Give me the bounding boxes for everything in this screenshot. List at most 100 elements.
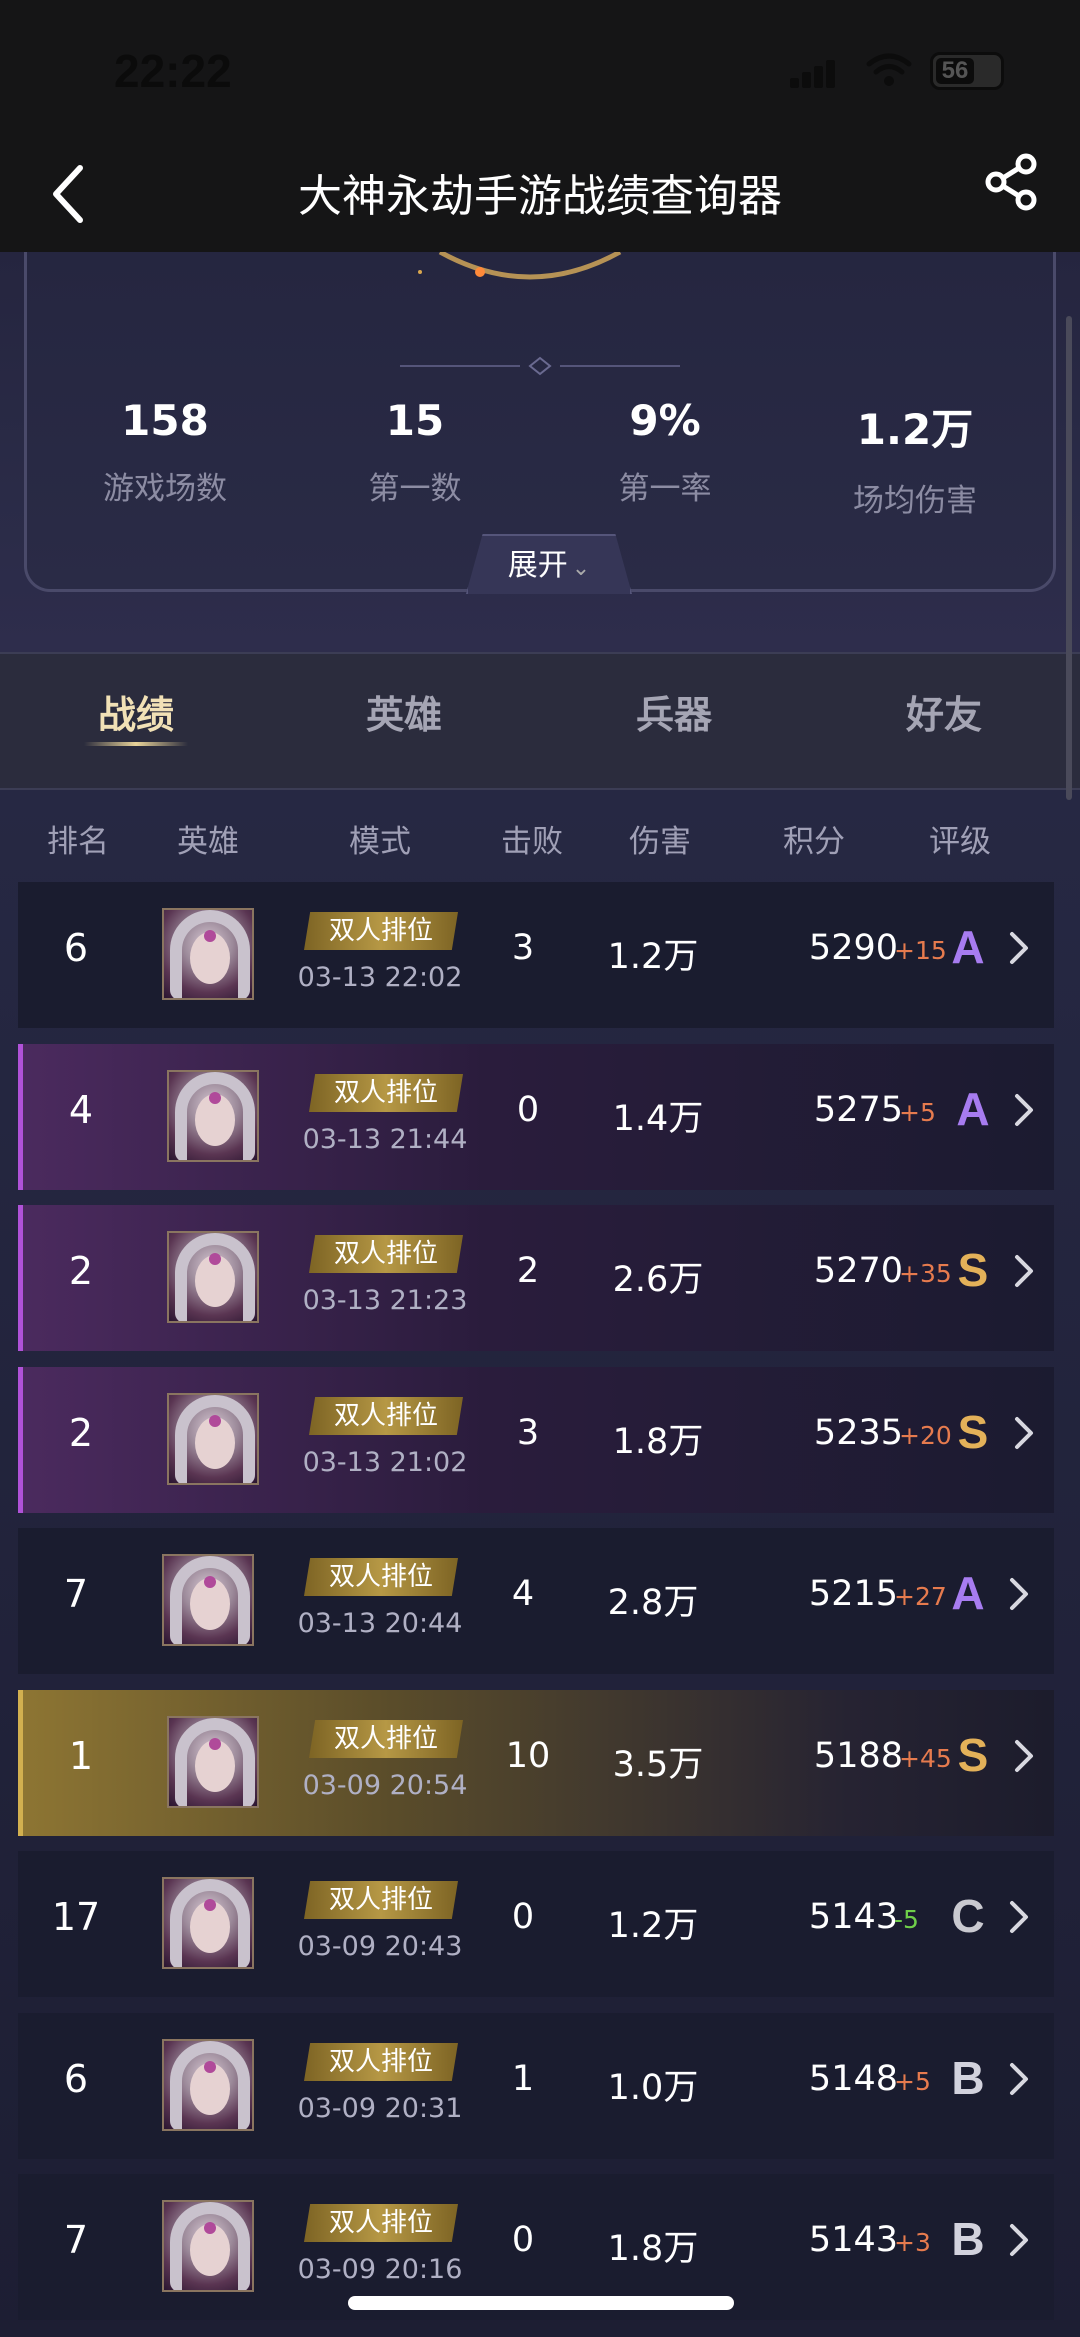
grade-value: S [957, 1406, 989, 1458]
tab-records[interactable]: 战绩 [36, 684, 236, 739]
score-value: 5275 [813, 1090, 903, 1130]
hero-avatar [167, 1393, 259, 1485]
table-row[interactable]: 7 双人排位 03-13 20:44 4 2.8万 5215 +27 A [18, 1528, 1054, 1674]
avatar-gem-shape [209, 1253, 221, 1265]
share-icon[interactable] [982, 152, 1042, 212]
damage-value: 1.4万 [612, 1099, 704, 1139]
tab-heroes[interactable]: 英雄 [304, 684, 504, 739]
chevron-right-icon[interactable] [1011, 1090, 1037, 1130]
table-row[interactable]: 1 双人排位 03-09 20:54 10 3.5万 5188 +45 S [18, 1690, 1054, 1836]
rank-value: 17 [51, 1895, 101, 1939]
score-value: 5290 [808, 928, 898, 968]
tab-weapons[interactable]: 兵器 [574, 684, 774, 739]
mode-badge: 双人排位 [304, 912, 458, 950]
rank-value: 1 [68, 1734, 94, 1778]
table-row[interactable]: 6 双人排位 03-09 20:31 1 1.0万 5148 +5 B [18, 2013, 1054, 2159]
match-datetime: 03-13 21:44 [302, 1124, 468, 1155]
rank-value: 6 [63, 926, 89, 970]
score-value: 5148 [808, 2059, 898, 2099]
table-row[interactable]: 4 双人排位 03-13 21:44 0 1.4万 5275 +5 A [18, 1044, 1054, 1190]
scrollbar[interactable] [1066, 316, 1072, 800]
chevron-right-icon[interactable] [1006, 2059, 1032, 2099]
score-value: 5188 [813, 1736, 903, 1776]
avatar-gem-shape [209, 1738, 221, 1750]
kills-value: 1 [511, 2059, 535, 2099]
rank-value: 7 [63, 2218, 89, 2262]
table-row[interactable]: 17 双人排位 03-09 20:43 0 1.2万 5143 -5 C [18, 1851, 1054, 1997]
hero-avatar [167, 1231, 259, 1323]
match-datetime: 03-13 20:44 [297, 1608, 463, 1639]
mode-badge: 双人排位 [304, 1881, 458, 1919]
hero-avatar [162, 2039, 254, 2131]
damage-value: 2.8万 [607, 1583, 699, 1623]
column-header-rank: 排名 [47, 824, 109, 860]
match-datetime: 03-09 20:16 [297, 2254, 463, 2285]
stat-first-count-value: 15 [385, 396, 445, 445]
mode-badge: 双人排位 [309, 1397, 463, 1435]
match-datetime: 03-09 20:54 [302, 1770, 468, 1801]
column-header-mode: 模式 [349, 824, 411, 860]
hero-avatar [162, 1554, 254, 1646]
kills-value: 10 [505, 1736, 551, 1776]
chevron-right-icon[interactable] [1006, 2220, 1032, 2260]
mode-badge: 双人排位 [304, 1558, 458, 1596]
damage-value: 1.8万 [607, 2229, 699, 2269]
mode-badge: 双人排位 [309, 1074, 463, 1112]
mode-badge: 双人排位 [304, 2043, 458, 2081]
avatar-gem-shape [204, 2222, 216, 2234]
chevron-right-icon[interactable] [1006, 1897, 1032, 1937]
stat-games-value: 158 [121, 396, 209, 445]
stat-first-count-label: 第一数 [368, 471, 462, 507]
stat-avg-damage-value: 1.2万 [856, 405, 974, 454]
score-value: 5215 [808, 1574, 898, 1614]
rank-value: 2 [68, 1249, 94, 1293]
wifi-icon [866, 53, 912, 86]
stat-first-rate-value: 9% [629, 396, 701, 445]
kills-value: 3 [516, 1413, 540, 1453]
kills-value: 0 [516, 1090, 540, 1130]
grade-value: S [957, 1244, 989, 1296]
damage-value: 1.0万 [607, 2068, 699, 2108]
damage-value: 1.8万 [612, 1422, 704, 1462]
avatar-gem-shape [209, 1415, 221, 1427]
damage-value: 2.6万 [612, 1260, 704, 1300]
avatar-gem-shape [204, 2061, 216, 2073]
cellular-signal-icon [790, 58, 836, 88]
hero-avatar [162, 908, 254, 1000]
expand-label: 展开 [507, 548, 568, 583]
grade-value: A [951, 1567, 985, 1619]
damage-value: 1.2万 [607, 937, 699, 977]
stat-first-rate-label: 第一率 [618, 471, 712, 507]
stat-games-label: 游戏场数 [103, 471, 227, 507]
grade-value: A [951, 921, 985, 973]
hero-avatar [162, 2200, 254, 2292]
chevron-right-icon[interactable] [1011, 1251, 1037, 1291]
column-header-damage: 伤害 [629, 824, 691, 860]
chevron-right-icon[interactable] [1011, 1736, 1037, 1776]
match-datetime: 03-09 20:43 [297, 1931, 463, 1962]
match-datetime: 03-13 21:23 [302, 1285, 468, 1316]
avatar-gem-shape [209, 1092, 221, 1104]
table-row[interactable]: 6 双人排位 03-13 22:02 3 1.2万 5290 +15 A [18, 882, 1054, 1028]
table-row[interactable]: 2 双人排位 03-13 21:02 3 1.8万 5235 +20 S [18, 1367, 1054, 1513]
table-row[interactable]: 2 双人排位 03-13 21:23 2 2.6万 5270 +35 S [18, 1205, 1054, 1351]
stat-games: 158 游戏场数 [40, 396, 290, 508]
chevron-right-icon[interactable] [1006, 1574, 1032, 1614]
column-header-grade: 评级 [929, 824, 991, 860]
tab-friends[interactable]: 好友 [844, 684, 1044, 739]
stat-first-rate: 9% 第一率 [540, 396, 790, 508]
expand-button[interactable]: 展开 ⌄ [466, 534, 632, 594]
chevron-right-icon[interactable] [1011, 1413, 1037, 1453]
active-tab-indicator [84, 742, 188, 746]
mode-badge: 双人排位 [309, 1235, 463, 1273]
mode-badge: 双人排位 [309, 1720, 463, 1758]
avatar-gem-shape [204, 1576, 216, 1588]
hero-avatar [167, 1070, 259, 1162]
rank-value: 4 [68, 1088, 94, 1132]
kills-value: 0 [511, 2220, 535, 2260]
damage-value: 1.2万 [607, 1906, 699, 1946]
score-value: 5143 [808, 2220, 898, 2260]
kills-value: 3 [511, 928, 535, 968]
chevron-right-icon[interactable] [1006, 928, 1032, 968]
score-value: 5235 [813, 1413, 903, 1453]
